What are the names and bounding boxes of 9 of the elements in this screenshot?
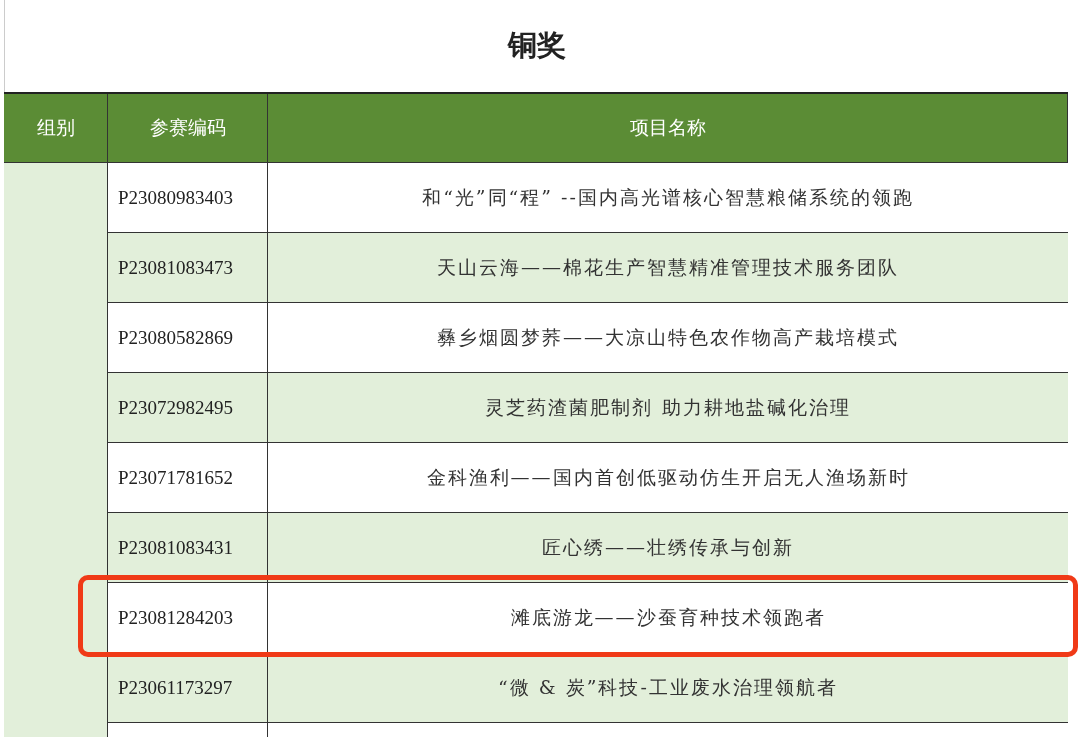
table-cell-text: 滩底游龙——沙蚕育种技术领跑者 bbox=[509, 604, 827, 630]
table-cell-text: 灵芝药渣菌肥制剂 助力耕地盐碱化治理 bbox=[484, 394, 852, 420]
table-cell-text: 匠心绣——壮绣传承与创新 bbox=[541, 534, 795, 560]
table-cell-text: 彝乡烟圆梦荞——大凉山特色农作物高产栽培模式 bbox=[436, 324, 900, 350]
table-cell-text: 金科渔利——国内首创低驱动仿生开启无人渔场新时 bbox=[425, 464, 911, 490]
table-cell: P23081284203 bbox=[108, 583, 268, 652]
table-cell-text: 和“光”同“程” --国内高光谱核心智慧粮储系统的领跑 bbox=[421, 184, 915, 210]
table-cell-text: “微 & 炭”科技-工业废水治理领航者 bbox=[497, 674, 839, 700]
table-cell-text: 天山云海——棉花生产智慧精准管理技术服务团队 bbox=[436, 254, 900, 280]
